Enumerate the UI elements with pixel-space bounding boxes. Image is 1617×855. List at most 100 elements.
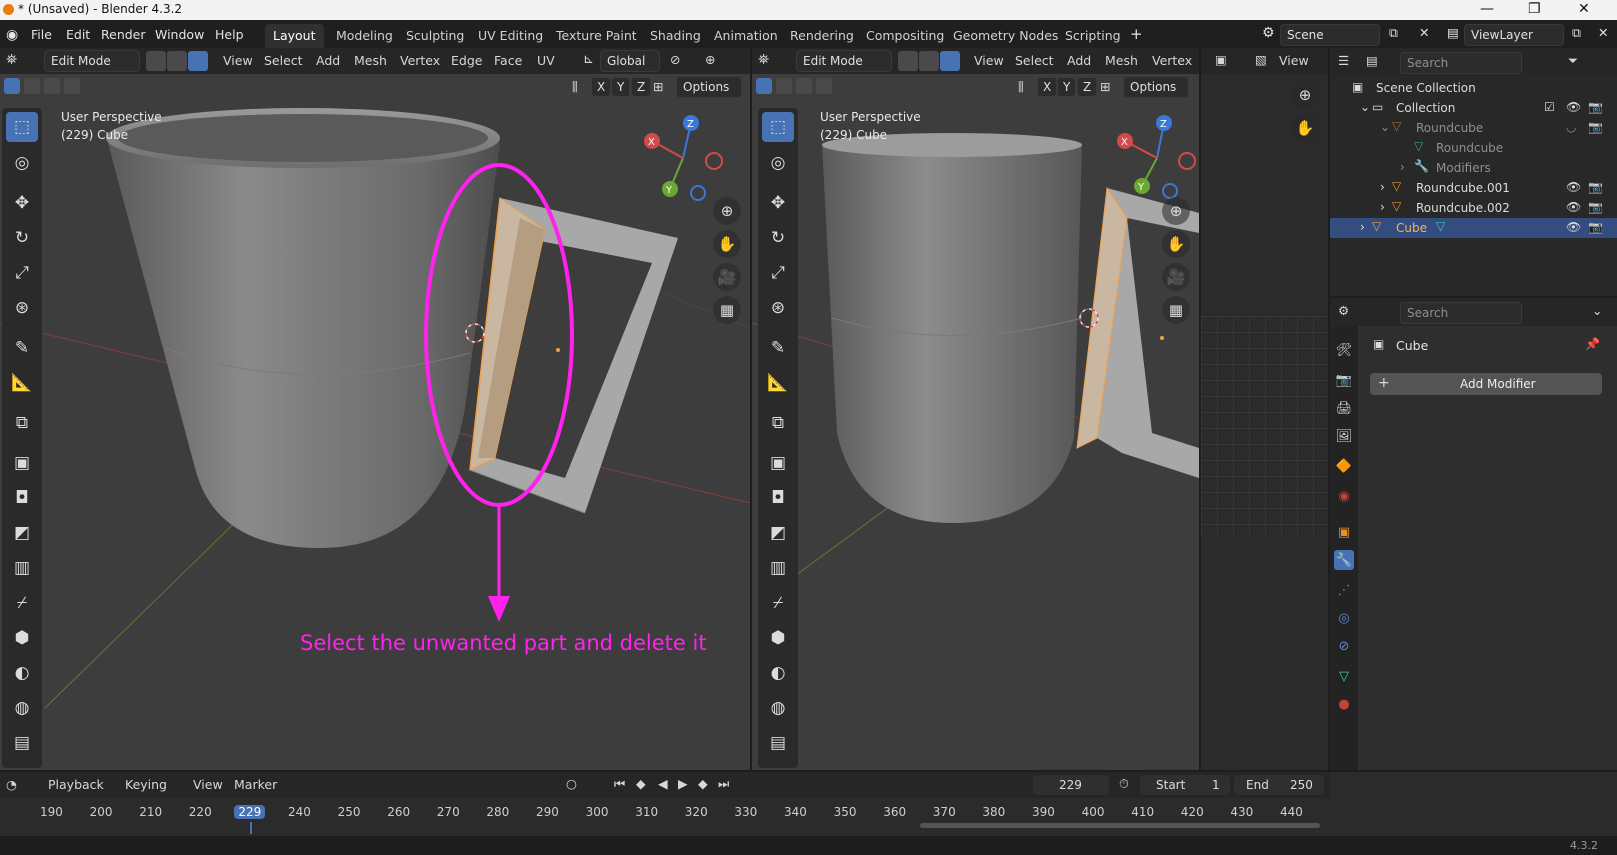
options-dropdown[interactable]: Options [1123, 76, 1189, 98]
zoom-icon[interactable]: ⊕ [1162, 197, 1190, 225]
inset-tool-icon[interactable]: ◘ [6, 483, 38, 513]
tab-layout[interactable]: Layout [265, 24, 324, 48]
select-mode-invert-icon[interactable] [816, 78, 832, 94]
spin-tool-icon[interactable]: ◐ [6, 658, 38, 688]
mode-selector[interactable]: Edit Mode [796, 50, 892, 72]
mirror-x-toggle[interactable]: X [591, 77, 612, 97]
image-editor-panel[interactable]: ▣ ▧ View ⊕ ✋ [1201, 48, 1328, 770]
loop-cut-tool-icon[interactable]: ▥ [762, 553, 794, 583]
options-dropdown[interactable]: Options [676, 76, 742, 98]
camera-icon[interactable]: 📷 [1588, 200, 1603, 214]
outliner-row-roundcube-001[interactable]: › ▽ Roundcube.001 👁 📷 [1330, 178, 1617, 198]
tab-texture-paint[interactable]: Texture Paint [548, 24, 645, 48]
expand-arrow-icon[interactable]: › [1360, 220, 1365, 234]
measure-tool-icon[interactable]: 📐 [6, 368, 38, 398]
prev-keyframe-icon[interactable]: ◆ [636, 776, 646, 791]
menu-view[interactable]: View [193, 777, 223, 792]
camera-icon[interactable]: 📷 [1588, 180, 1603, 194]
knife-tool-icon[interactable]: ⌿ [6, 588, 38, 618]
knife-tool-icon[interactable]: ⌿ [762, 588, 794, 618]
pan-hand-icon[interactable]: ✋ [713, 230, 741, 258]
mode-selector[interactable]: Edit Mode [44, 50, 140, 72]
inset-tool-icon[interactable]: ◘ [762, 483, 794, 513]
cursor-tool-icon[interactable]: ◎ [762, 148, 794, 178]
properties-search[interactable]: Search [1400, 302, 1522, 324]
navigation-gizmo[interactable]: X Z Y [1112, 113, 1199, 203]
extrude-tool-icon[interactable]: ▣ [762, 448, 794, 478]
poly-build-tool-icon[interactable]: ⬢ [6, 623, 38, 653]
collapse-arrow-icon[interactable]: ⌄ [1360, 100, 1370, 114]
camera-view-icon[interactable]: 🎥 [713, 263, 741, 291]
menu-edge[interactable]: Edge [451, 53, 482, 68]
jump-end-icon[interactable]: ⏭ [718, 776, 729, 792]
editor-type-icon[interactable]: ⛯ [758, 52, 769, 68]
menu-select[interactable]: Select [1015, 53, 1054, 68]
tab-sculpting[interactable]: Sculpting [398, 24, 472, 48]
remove-view-layer-icon[interactable]: ✕ [1598, 25, 1608, 40]
annotate-tool-icon[interactable]: ✎ [6, 333, 38, 363]
select-mode-new-icon[interactable] [4, 78, 20, 94]
output-tab-icon[interactable]: 🖨 [1334, 398, 1354, 418]
new-view-layer-icon[interactable]: ⧉ [1572, 25, 1581, 41]
select-mode-subtract-icon[interactable] [44, 78, 60, 94]
camera-view-icon[interactable]: 🎥 [1162, 263, 1190, 291]
bevel-tool-icon[interactable]: ◩ [6, 518, 38, 548]
stopwatch-icon[interactable]: ⏱ [1119, 776, 1129, 792]
measure-tool-icon[interactable]: 📐 [762, 368, 794, 398]
scale-tool-icon[interactable]: ⤢ [762, 258, 794, 288]
material-tab-icon[interactable]: ● [1334, 694, 1354, 714]
eye-icon[interactable]: 👁 [1566, 220, 1581, 234]
editor-type-icon[interactable]: ▣ [1215, 52, 1227, 67]
next-keyframe-icon[interactable]: ◆ [698, 776, 708, 791]
record-icon[interactable]: ○ [566, 776, 577, 791]
start-frame-field[interactable]: Start 1 [1140, 775, 1230, 795]
menu-render[interactable]: Render [101, 27, 146, 42]
eye-hidden-icon[interactable]: ◡ [1566, 120, 1576, 134]
tab-scripting[interactable]: Scripting [1057, 24, 1129, 48]
face-select-icon[interactable] [188, 51, 208, 71]
transform-tool-icon[interactable]: ⊛ [762, 293, 794, 323]
menu-keying[interactable]: Keying [125, 777, 167, 792]
bevel-tool-icon[interactable]: ◩ [762, 518, 794, 548]
playhead-line[interactable] [250, 822, 253, 834]
viewport-left[interactable]: ⛯ Edit Mode View Select Add Mesh Vertex … [0, 48, 750, 770]
select-mode-extend-icon[interactable] [776, 78, 792, 94]
pan-hand-icon[interactable]: ✋ [1162, 230, 1190, 258]
menu-add[interactable]: Add [1067, 53, 1091, 68]
close-button[interactable]: ✕ [1578, 1, 1590, 17]
mirror-z-toggle[interactable]: Z [1077, 77, 1098, 97]
new-scene-icon[interactable]: ⧉ [1389, 25, 1398, 41]
select-mode-subtract-icon[interactable] [796, 78, 812, 94]
outliner-row-roundcube-002[interactable]: › ▽ Roundcube.002 👁 📷 [1330, 198, 1617, 218]
auto-merge-icon[interactable]: ⊞ [653, 79, 663, 94]
current-frame-field[interactable]: 229 [1033, 775, 1109, 795]
menu-file[interactable]: File [31, 27, 52, 42]
chevron-down-icon[interactable]: ⌄ [1592, 303, 1602, 318]
collapse-arrow-icon[interactable]: ⌄ [1380, 120, 1390, 134]
timeline-scrollbar[interactable] [920, 823, 1320, 828]
edge-select-icon[interactable] [167, 51, 187, 71]
expand-arrow-icon[interactable]: › [1400, 160, 1405, 174]
ortho-grid-icon[interactable]: ▦ [713, 296, 741, 324]
select-box-tool-icon[interactable]: ⬚ [762, 112, 794, 142]
world-tab-icon[interactable]: ◉ [1334, 486, 1354, 506]
menu-edit[interactable]: Edit [66, 27, 90, 42]
outliner-row-modifiers[interactable]: › 🔧 Modifiers [1330, 158, 1617, 178]
shear-tool-icon[interactable]: ▤ [6, 728, 38, 758]
add-cube-tool-icon[interactable]: ⧉ [6, 408, 38, 438]
cursor-tool-icon[interactable]: ◎ [6, 148, 38, 178]
menu-mesh[interactable]: Mesh [354, 53, 387, 68]
maximize-button[interactable]: ❐ [1528, 1, 1541, 17]
mirror-icon[interactable]: ⫼ [1018, 79, 1024, 95]
menu-view[interactable]: View [974, 53, 1004, 68]
blender-menu-icon[interactable]: ◉ [6, 27, 18, 43]
mirror-z-toggle[interactable]: Z [631, 77, 652, 97]
mirror-x-toggle[interactable]: X [1037, 77, 1058, 97]
camera-icon[interactable]: 📷 [1588, 220, 1603, 234]
poly-build-tool-icon[interactable]: ⬢ [762, 623, 794, 653]
vertex-select-icon[interactable] [898, 51, 918, 71]
end-frame-field[interactable]: End 250 [1234, 775, 1324, 795]
scale-tool-icon[interactable]: ⤢ [6, 258, 38, 288]
smooth-tool-icon[interactable]: ◍ [6, 693, 38, 723]
snap-icon[interactable]: ⊕ [705, 52, 715, 67]
